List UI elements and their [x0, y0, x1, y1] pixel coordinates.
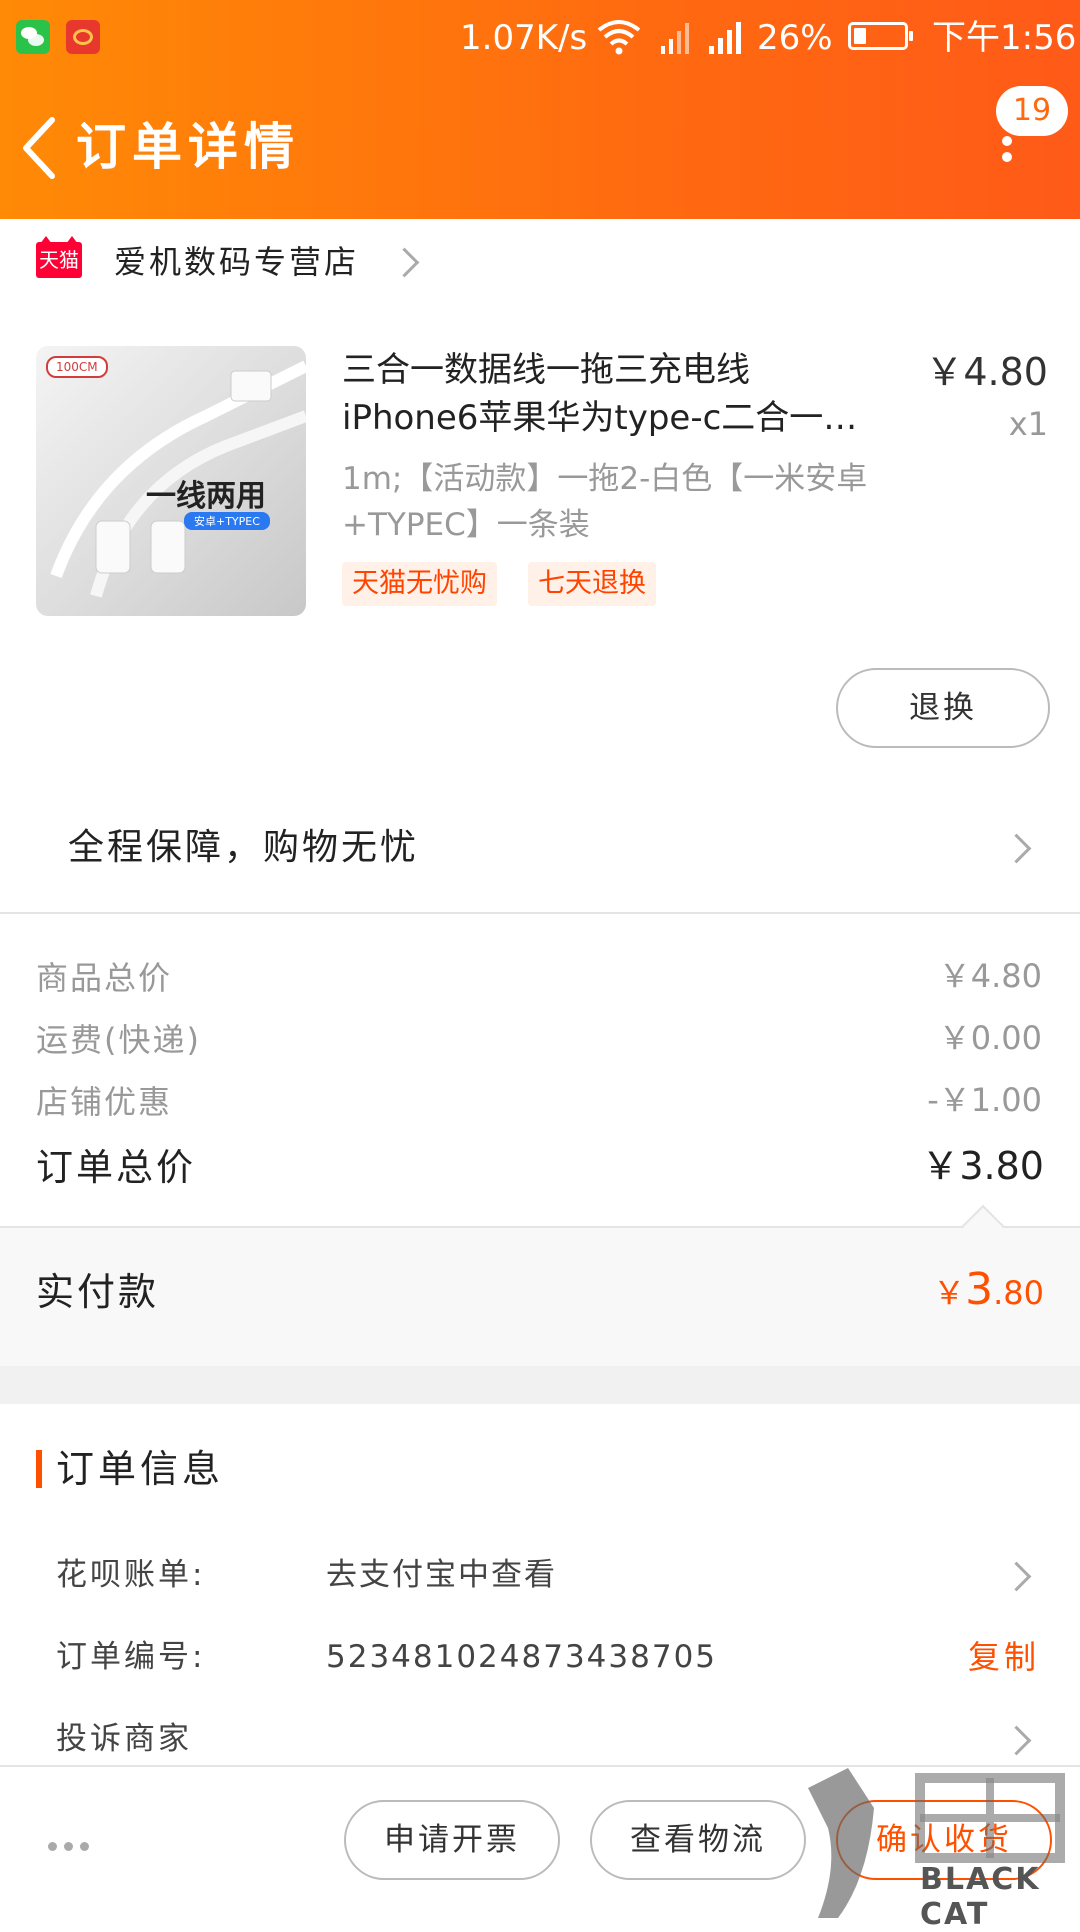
thumb-sub: 安卓+TYPEC — [184, 512, 270, 530]
tmall-logo: 天猫 — [36, 236, 82, 278]
back-icon[interactable] — [18, 116, 62, 180]
paid-integer: 3 — [965, 1264, 994, 1315]
wechat-icon — [16, 20, 50, 54]
wifi-icon — [597, 20, 641, 55]
view-logistics-button[interactable]: 查看物流 — [590, 1800, 806, 1880]
paid-label: 实付款 — [36, 1270, 160, 1314]
guarantee-text[interactable]: 全程保障，购物无忧 — [68, 822, 419, 874]
goods-total-label: 商品总价 — [36, 959, 173, 997]
weibo-icon — [66, 20, 100, 54]
message-badge[interactable]: 19 — [996, 86, 1068, 136]
product-sku: 1m;【活动款】一拖2-白色【一米安卓+TYPEC】一条装 — [342, 461, 868, 543]
product-title-line1: 三合一数据线一拖三充电线 — [342, 350, 750, 390]
more-icon[interactable] — [1000, 136, 1014, 176]
chevron-right-icon[interactable] — [1001, 833, 1032, 864]
product-image[interactable]: 100CM 一线两用 安卓+TYPEC — [36, 346, 306, 616]
paid-value: ￥3.80 — [933, 1262, 1044, 1321]
shipping-label: 运费(快递) — [36, 1021, 201, 1059]
product-title-line2: iPhone6苹果华为type-c二合一… — [342, 398, 858, 438]
order-number-value: 523481024873438705 — [326, 1639, 718, 1675]
app-header: 1.07K/s 26% 下午1:56 订单详情 19 — [0, 0, 1080, 219]
order-total-label: 订单总价 — [36, 1146, 196, 1189]
battery-icon — [848, 22, 913, 50]
complain-merchant[interactable]: 投诉商家 — [56, 1716, 192, 1762]
store-name[interactable]: 爱机数码专营店 — [114, 238, 359, 286]
goods-total-value: ￥4.80 — [938, 957, 1042, 995]
chevron-right-icon[interactable] — [389, 247, 420, 278]
store-discount-value: -￥1.00 — [927, 1081, 1042, 1119]
page-title: 订单详情 — [76, 118, 300, 176]
chevron-right-icon[interactable] — [1001, 1561, 1032, 1592]
shipping-value: ￥0.00 — [938, 1019, 1042, 1057]
tag-tmall-worry-free: 天猫无忧购 — [342, 562, 497, 606]
clock: 下午1:56 — [932, 18, 1077, 58]
store-discount-label: 店铺优惠 — [36, 1083, 173, 1121]
divider — [0, 912, 1080, 914]
signal-icon — [661, 23, 689, 54]
return-exchange-button[interactable]: 退换 — [836, 668, 1050, 748]
paid-currency: ￥ — [933, 1274, 966, 1312]
thumb-text: 一线两用 — [146, 479, 266, 514]
product-price: ￥4.80 — [925, 350, 1048, 394]
network-speed: 1.07K/s — [460, 18, 588, 58]
apply-invoice-button[interactable]: 申请开票 — [344, 1800, 560, 1880]
order-info-title: 订单信息 — [56, 1447, 225, 1491]
paid-decimal: .80 — [993, 1274, 1044, 1312]
signal-icon — [709, 22, 741, 54]
section-gap — [0, 1366, 1080, 1404]
order-total-value: ￥3.80 — [921, 1144, 1044, 1188]
section-accent-bar — [36, 1450, 42, 1488]
battery-level — [854, 28, 866, 44]
chevron-right-icon[interactable] — [1001, 1725, 1032, 1756]
paid-section — [0, 1226, 1080, 1368]
battery-percent: 26% — [757, 18, 833, 58]
huabei-value[interactable]: 去支付宝中查看 — [326, 1552, 557, 1598]
more-actions-icon[interactable] — [48, 1836, 96, 1855]
product-qty: x1 — [1008, 405, 1048, 443]
product-title[interactable]: 三合一数据线一拖三充电线 iPhone6苹果华为type-c二合一… — [342, 346, 902, 442]
tag-seven-day-return: 七天退换 — [528, 562, 656, 606]
huabei-label: 花呗账单: — [56, 1557, 206, 1593]
order-number-label: 订单编号: — [56, 1639, 206, 1675]
watermark-text: BLACK CAT — [920, 1862, 1041, 1932]
copy-button[interactable]: 复制 — [968, 1634, 1040, 1680]
thumb-size-tag: 100CM — [46, 356, 108, 378]
